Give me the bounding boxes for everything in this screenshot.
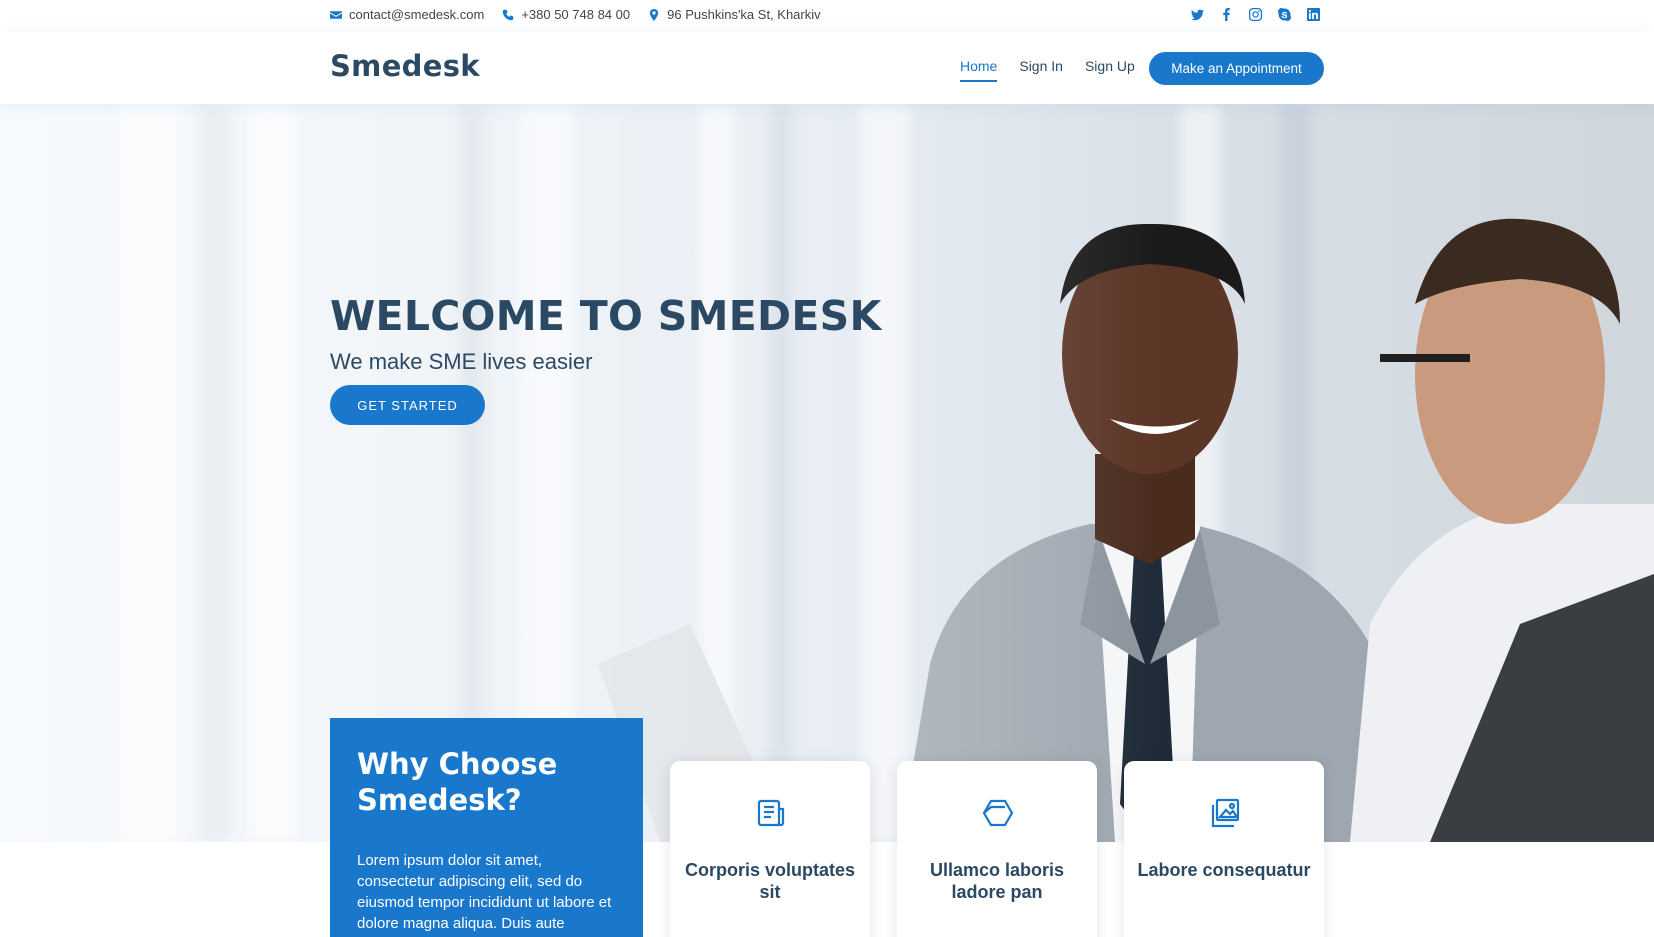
feature-box: Labore consequatur [1124,761,1324,937]
document-icon [755,797,787,829]
phone-icon [503,9,514,20]
why-choose-text: Lorem ipsum dolor sit amet, consectetur … [357,852,612,932]
cube-icon [982,797,1014,829]
instagram-icon[interactable] [1249,8,1262,21]
nav-sign-in[interactable]: Sign In [1019,58,1063,82]
why-choose-box: Why Choose Smedesk? Lorem ipsum dolor si… [330,718,643,937]
contact-email-text: contact@smedesk.com [349,7,485,22]
get-started-button[interactable]: GET STARTED [330,385,485,425]
hero-section: WELCOME TO SMEDESK We make SME lives eas… [0,104,1654,842]
logo[interactable]: Smedesk [330,49,480,83]
envelope-icon [330,10,342,19]
social-links [1191,8,1320,21]
contact-phone-text: +380 50 748 84 00 [521,7,631,22]
hero-subtitle: We make SME lives easier [330,349,593,374]
linkedin-icon[interactable] [1307,8,1320,21]
nav-sign-up[interactable]: Sign Up [1085,58,1135,82]
twitter-icon[interactable] [1191,8,1204,21]
feature-title: Ullamco laboris ladore pan [929,860,1065,902]
skype-icon[interactable] [1278,8,1291,21]
contact-address: 96 Pushkins'ka St, Kharkiv [648,7,821,22]
hero-title: WELCOME TO SMEDESK [330,292,882,340]
main-header: Smedesk Home Sign In Sign Up Make an App… [0,32,1654,104]
main-nav: Home Sign In Sign Up [960,58,1135,82]
contact-info: contact@smedesk.com +380 50 748 84 00 96… [330,7,821,22]
top-bar: contact@smedesk.com +380 50 748 84 00 96… [0,0,1654,32]
nav-home[interactable]: Home [960,58,998,82]
contact-address-text: 96 Pushkins'ka St, Kharkiv [667,7,821,22]
contact-email[interactable]: contact@smedesk.com [330,7,484,22]
feature-title: Labore consequatur [1137,860,1311,880]
feature-box: Ullamco laboris ladore pan [897,761,1097,937]
images-icon [1209,797,1241,829]
hero-overlay [0,104,1654,842]
facebook-icon[interactable] [1220,8,1233,21]
feature-box: Corporis voluptates sit [670,761,870,937]
contact-phone[interactable]: +380 50 748 84 00 [502,7,630,22]
make-appointment-button[interactable]: Make an Appointment [1149,52,1324,85]
feature-title: Corporis voluptates sit [684,860,856,902]
why-choose-title: Why Choose Smedesk? [357,747,558,817]
map-pin-icon [650,8,659,21]
